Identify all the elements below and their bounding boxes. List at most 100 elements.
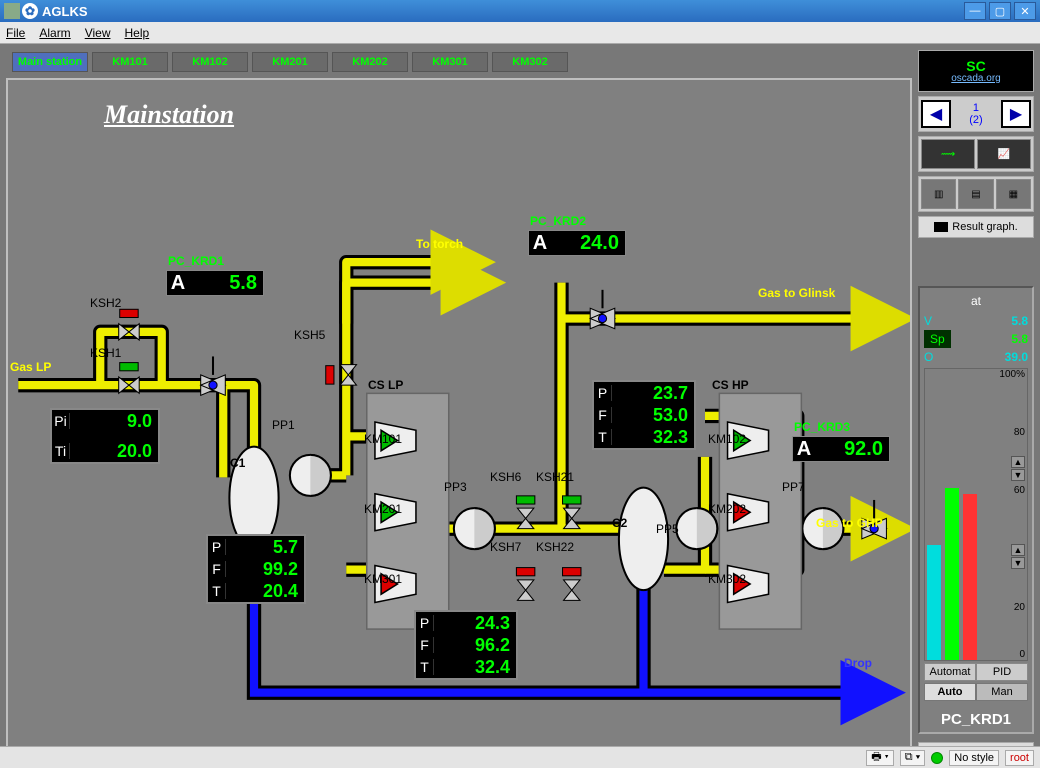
pc-krd3-label: PC_KRD3 <box>794 420 850 434</box>
label-ksh2: KSH2 <box>90 296 121 310</box>
pp3-f-value: 96.2 <box>434 635 516 656</box>
label-ksh6: KSH6 <box>490 470 521 484</box>
ctrl-tab-pid[interactable]: PID <box>976 663 1028 681</box>
user-indicator[interactable]: root <box>1005 750 1034 766</box>
side-panel: SC oscada.org ◀ 1(2) ▶ ⟿ 📈 ▥ ▤ ▦ Result … <box>918 50 1034 762</box>
station-tabs: Main station KM101 KM102 KM201 KM202 KM3… <box>6 50 912 74</box>
label-km102: KM102 <box>708 432 746 446</box>
label-ksh22: KSH22 <box>536 540 574 554</box>
tool-mnemonic-button[interactable]: ▤ <box>958 179 993 209</box>
tool-trend-button[interactable]: 📈 <box>977 139 1031 169</box>
tab-km302[interactable]: KM302 <box>492 52 568 72</box>
bar-v <box>927 545 941 660</box>
ctrl-tab-automat[interactable]: Automat <box>924 663 976 681</box>
logo-box[interactable]: SC oscada.org <box>918 50 1034 92</box>
ctrl-sp-label: Sp <box>924 330 951 348</box>
sp-up-button[interactable]: ▲ <box>1011 456 1025 468</box>
maximize-button[interactable]: ▢ <box>989 2 1011 20</box>
menu-alarm[interactable]: Alarm <box>39 26 70 40</box>
c1-p-label: P <box>208 539 226 555</box>
status-led <box>931 752 943 764</box>
controller-panel: at V5.8 Sp5.8 O39.0 100% 80 60 40 20 0 ▲ <box>918 286 1034 734</box>
tool-doc-button[interactable]: ▦ <box>996 179 1031 209</box>
label-c2: C2 <box>612 516 627 530</box>
label-cs-lp: CS LP <box>368 378 403 392</box>
pc-krd3-display[interactable]: A 92.0 <box>792 436 890 462</box>
window-titlebar: ✿ AGLKS — ▢ ✕ <box>0 0 1040 22</box>
tool-row-1: ⟿ 📈 <box>918 136 1034 172</box>
pc-krd1-mode: A <box>167 272 189 295</box>
pc-krd1-value: 5.8 <box>189 272 263 295</box>
inlet-ti-value: 20.0 <box>70 441 158 462</box>
label-ksh1: KSH1 <box>90 346 121 360</box>
tab-main-station[interactable]: Main station <box>12 52 88 72</box>
bar-o <box>963 494 977 660</box>
menu-help[interactable]: Help <box>124 26 149 40</box>
out-down-button[interactable]: ▼ <box>1011 557 1025 569</box>
nav-row: ◀ 1(2) ▶ <box>918 96 1034 132</box>
pp3-p-label: P <box>416 615 434 631</box>
label-km101: KM101 <box>364 432 402 446</box>
nav-next-button[interactable]: ▶ <box>1001 100 1031 128</box>
c1-f-value: 99.2 <box>226 559 304 580</box>
close-button[interactable]: ✕ <box>1014 2 1036 20</box>
mnemonic-frame: Main station KM101 KM102 KM201 KM202 KM3… <box>6 50 912 762</box>
inlet-ti-label: Ti <box>52 443 70 459</box>
pp3-out-display[interactable]: P24.3 F96.2 T32.4 <box>414 610 518 680</box>
label-gas-glinsk: Gas to Glinsk <box>758 286 835 300</box>
mnemonic-canvas[interactable]: Mainstation <box>6 78 912 762</box>
pc-krd2-value: 24.0 <box>551 232 625 255</box>
pp3-t-label: T <box>416 659 434 675</box>
print-button[interactable]: 🖶 ▾ <box>866 750 894 766</box>
c2-in-display[interactable]: P23.7 F53.0 T32.3 <box>592 380 696 450</box>
nav-prev-button[interactable]: ◀ <box>921 100 951 128</box>
label-km301: KM301 <box>364 572 402 586</box>
label-drop: Drop <box>844 656 872 670</box>
tool-valve-button[interactable]: ⟿ <box>921 139 975 169</box>
controller-unit: at <box>924 294 1028 308</box>
bar-sp <box>945 488 959 660</box>
controller-tabs: Automat PID <box>924 663 1028 681</box>
inlet-display[interactable]: Pi9.0 Ti20.0 <box>50 408 160 464</box>
export-button[interactable]: ⧉ ▾ <box>900 750 926 766</box>
inlet-pi-value: 9.0 <box>70 411 158 432</box>
sp-down-button[interactable]: ▼ <box>1011 469 1025 481</box>
workspace: Main station KM101 KM102 KM201 KM202 KM3… <box>0 44 1040 768</box>
minimize-button[interactable]: — <box>964 2 986 20</box>
tab-km301[interactable]: KM301 <box>412 52 488 72</box>
nav-count: 1(2) <box>969 102 982 126</box>
ctrl-mode-man[interactable]: Man <box>976 683 1028 701</box>
settings-icon[interactable]: ✿ <box>22 3 38 19</box>
label-gas-ghp: Gas to GHP <box>816 516 883 530</box>
menu-view[interactable]: View <box>85 26 111 40</box>
label-c1: C1 <box>230 456 245 470</box>
tab-km102[interactable]: KM102 <box>172 52 248 72</box>
pp3-p-value: 24.3 <box>434 613 516 634</box>
style-selector[interactable]: No style <box>949 750 999 766</box>
pc-krd1-display[interactable]: A 5.8 <box>166 270 264 296</box>
ctrl-mode-auto[interactable]: Auto <box>924 683 976 701</box>
out-arrows: ▲ ▼ <box>1011 544 1025 569</box>
c1-f-label: F <box>208 561 226 577</box>
menu-bar: File Alarm View Help <box>0 22 1040 44</box>
tab-km202[interactable]: KM202 <box>332 52 408 72</box>
c1-out-display[interactable]: P5.7 F99.2 T20.4 <box>206 534 306 604</box>
tool-overview-button[interactable]: ▥ <box>921 179 956 209</box>
c1-t-label: T <box>208 583 226 599</box>
label-km302: KM302 <box>708 572 746 586</box>
out-up-button[interactable]: ▲ <box>1011 544 1025 556</box>
controller-bargraph: 100% 80 60 40 20 0 ▲ ▼ ▲ ▼ <box>924 368 1028 661</box>
label-pp5: PP5 <box>656 522 679 536</box>
ctrl-sp-value[interactable]: 5.8 <box>1011 330 1028 348</box>
menu-file[interactable]: File <box>6 26 25 40</box>
label-ksh21: KSH21 <box>536 470 574 484</box>
c2-p-value: 23.7 <box>612 383 694 404</box>
tab-km101[interactable]: KM101 <box>92 52 168 72</box>
label-ksh5: KSH5 <box>294 328 325 342</box>
ctrl-v-label: V <box>924 312 932 330</box>
result-graph-button[interactable]: Result graph. <box>918 216 1034 238</box>
tab-km201[interactable]: KM201 <box>252 52 328 72</box>
pc-krd2-display[interactable]: A 24.0 <box>528 230 626 256</box>
label-km202: KM202 <box>708 502 746 516</box>
result-graph-label: Result graph. <box>952 221 1017 233</box>
